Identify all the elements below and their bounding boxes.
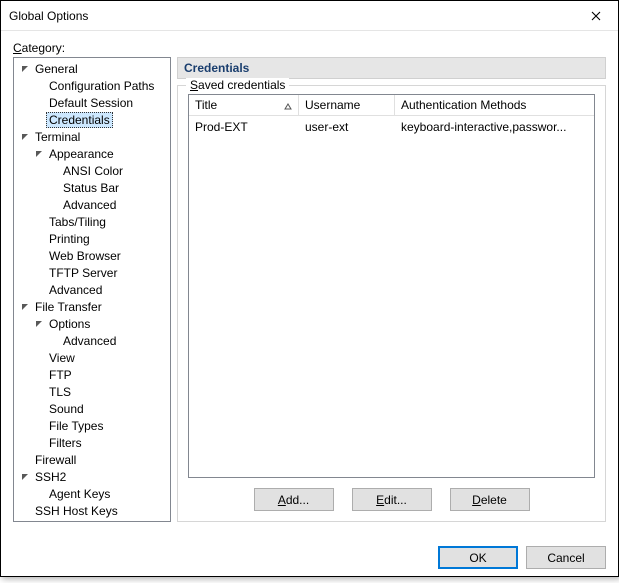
window-title: Global Options: [9, 9, 88, 23]
tree-item-ssh2[interactable]: SSH2: [14, 468, 170, 485]
tree-item-ft-options[interactable]: Options: [14, 315, 170, 332]
table-body: Prod-EXT user-ext keyboard-interactive,p…: [189, 116, 594, 477]
tree-item-ft-filetypes[interactable]: File Types: [14, 417, 170, 434]
tree-item-firewall[interactable]: Firewall: [14, 451, 170, 468]
tree-item-configuration-paths[interactable]: Configuration Paths: [14, 77, 170, 94]
col-header-username[interactable]: Username: [299, 95, 395, 115]
tree-item-printing[interactable]: Printing: [14, 230, 170, 247]
col-header-auth[interactable]: Authentication Methods: [395, 95, 594, 115]
chevron-down-icon[interactable]: [18, 302, 32, 311]
tree-item-ft-sound[interactable]: Sound: [14, 400, 170, 417]
groupbox-title: Saved credentials: [186, 78, 289, 92]
chevron-down-icon[interactable]: [18, 472, 32, 481]
close-button[interactable]: [573, 1, 618, 31]
credentials-table[interactable]: Title Username Authentication Methods Pr…: [188, 94, 595, 478]
content-area: Category: General Configuration Paths De…: [1, 31, 618, 534]
group-buttons: Add... Edit... Delete: [188, 488, 595, 511]
cell-title: Prod-EXT: [189, 118, 299, 136]
table-row[interactable]: Prod-EXT user-ext keyboard-interactive,p…: [189, 116, 594, 138]
tree-item-credentials[interactable]: Credentials: [14, 111, 170, 128]
chevron-down-icon[interactable]: [32, 319, 46, 328]
delete-button[interactable]: Delete: [450, 488, 530, 511]
right-pane: Credentials Saved credentials Title User…: [177, 57, 606, 522]
tree-item-ft-tls[interactable]: TLS: [14, 383, 170, 400]
tree-item-agent-keys[interactable]: Agent Keys: [14, 485, 170, 502]
global-options-window: Global Options Category: General Configu…: [0, 0, 619, 577]
ok-button[interactable]: OK: [438, 546, 518, 569]
tree-item-ft-options-advanced[interactable]: Advanced: [14, 332, 170, 349]
chevron-down-icon[interactable]: [18, 64, 32, 73]
tree-item-ft-view[interactable]: View: [14, 349, 170, 366]
titlebar: Global Options: [1, 1, 618, 31]
tree-item-ft-ftp[interactable]: FTP: [14, 366, 170, 383]
tree-item-terminal-advanced[interactable]: Advanced: [14, 281, 170, 298]
table-header: Title Username Authentication Methods: [189, 95, 594, 116]
cell-auth: keyboard-interactive,passwor...: [395, 118, 594, 136]
tree-item-ssh-host-keys[interactable]: SSH Host Keys: [14, 502, 170, 519]
category-tree[interactable]: General Configuration Paths Default Sess…: [13, 57, 171, 522]
tree-item-appearance[interactable]: Appearance: [14, 145, 170, 162]
tree-item-file-transfer[interactable]: File Transfer: [14, 298, 170, 315]
tree-item-appearance-advanced[interactable]: Advanced: [14, 196, 170, 213]
tree-item-general[interactable]: General: [14, 60, 170, 77]
tree-item-terminal[interactable]: Terminal: [14, 128, 170, 145]
dialog-footer: OK Cancel: [1, 534, 618, 583]
sort-asc-icon: [284, 100, 292, 114]
section-header: Credentials: [177, 57, 606, 79]
cell-username: user-ext: [299, 118, 395, 136]
main-row: General Configuration Paths Default Sess…: [13, 57, 606, 522]
add-button[interactable]: Add...: [254, 488, 334, 511]
cancel-button[interactable]: Cancel: [526, 546, 606, 569]
saved-credentials-group: Saved credentials Title Username Authent…: [177, 85, 606, 522]
close-icon: [591, 11, 601, 21]
tree-item-tftp-server[interactable]: TFTP Server: [14, 264, 170, 281]
tree-item-default-session[interactable]: Default Session: [14, 94, 170, 111]
chevron-down-icon[interactable]: [32, 149, 46, 158]
tree-item-status-bar[interactable]: Status Bar: [14, 179, 170, 196]
chevron-down-icon[interactable]: [18, 132, 32, 141]
edit-button[interactable]: Edit...: [352, 488, 432, 511]
col-header-title[interactable]: Title: [189, 95, 299, 115]
tree-item-web-browser[interactable]: Web Browser: [14, 247, 170, 264]
category-label: Category:: [13, 41, 606, 55]
tree-item-ansi-color[interactable]: ANSI Color: [14, 162, 170, 179]
tree-item-ft-filters[interactable]: Filters: [14, 434, 170, 451]
tree-item-tabs[interactable]: Tabs/Tiling: [14, 213, 170, 230]
